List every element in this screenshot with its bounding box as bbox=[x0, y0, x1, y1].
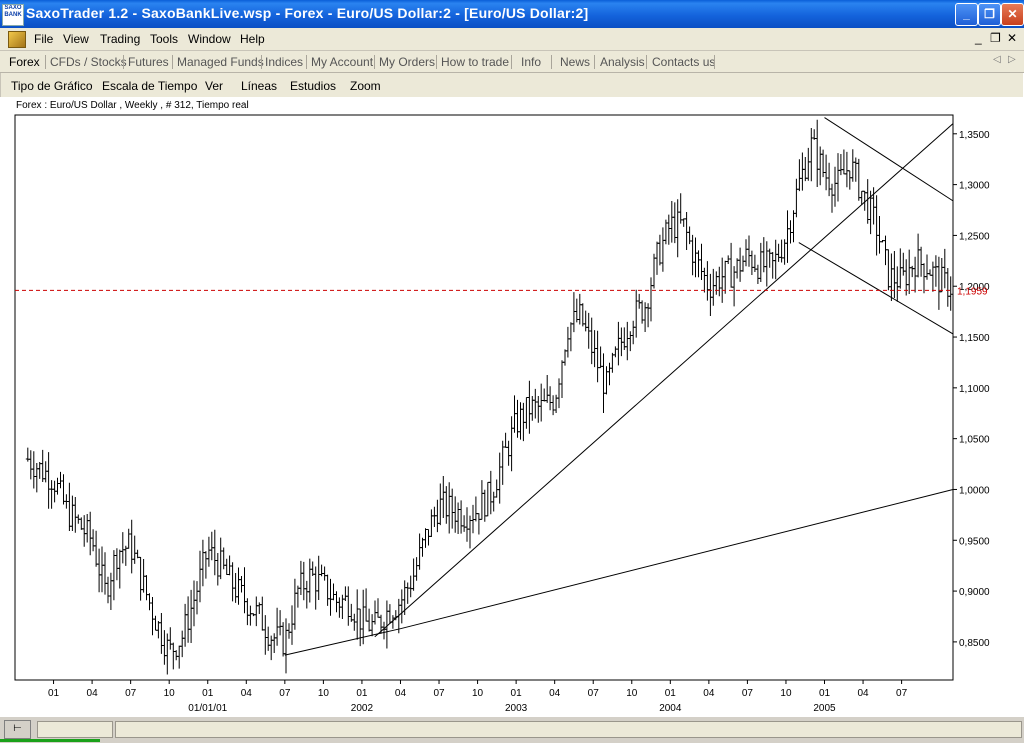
current-price-label: 1,1959 bbox=[957, 286, 988, 297]
nav-info[interactable]: Info bbox=[521, 55, 541, 69]
x-tick-label: 10 bbox=[318, 688, 330, 699]
x-tick-label: 10 bbox=[472, 688, 484, 699]
x-tick-label: 10 bbox=[626, 688, 638, 699]
nav-cfds-stocks[interactable]: CFDs / Stocks bbox=[50, 55, 127, 69]
x-period-label: 2005 bbox=[813, 703, 836, 714]
x-period-label: 2004 bbox=[659, 703, 682, 714]
y-tick-label: 1,1500 bbox=[959, 333, 990, 344]
nav-separator bbox=[511, 55, 512, 69]
nav-how-to-trade[interactable]: How to trade bbox=[441, 55, 509, 69]
mdi-restore-button[interactable]: ❐ bbox=[990, 31, 1001, 45]
product-navbar: Forex CFDs / Stocks Futures Managed Fund… bbox=[0, 51, 1024, 73]
y-tick-label: 0,8500 bbox=[959, 638, 990, 649]
nav-my-orders[interactable]: My Orders bbox=[379, 55, 435, 69]
x-period-label: 2002 bbox=[351, 703, 374, 714]
nav-separator bbox=[714, 55, 715, 69]
close-button[interactable]: ✕ bbox=[1001, 3, 1024, 26]
y-tick-label: 1,2500 bbox=[959, 231, 990, 242]
x-tick-label: 07 bbox=[433, 688, 445, 699]
x-tick-label: 04 bbox=[395, 688, 407, 699]
nav-separator bbox=[306, 55, 307, 69]
menu-trading[interactable]: Trading bbox=[100, 32, 140, 46]
x-tick-label: 01 bbox=[511, 688, 523, 699]
nav-separator bbox=[646, 55, 647, 69]
nav-futures[interactable]: Futures bbox=[128, 55, 169, 69]
menu-help[interactable]: Help bbox=[240, 32, 265, 46]
x-period-label: 01/01/01 bbox=[188, 703, 227, 714]
mdi-minimize-button[interactable]: _ bbox=[975, 31, 982, 45]
nav-indices[interactable]: Indices bbox=[265, 55, 303, 69]
status-scroll-field[interactable] bbox=[37, 721, 113, 738]
x-tick-label: 01 bbox=[356, 688, 368, 699]
menu-file[interactable]: File bbox=[34, 32, 53, 46]
statusbar: ⊢ bbox=[0, 716, 1024, 743]
minimize-button[interactable]: _ bbox=[955, 3, 978, 26]
window-titlebar: SAXO BANK SaxoTrader 1.2 - SaxoBankLive.… bbox=[0, 0, 1024, 28]
nav-forex[interactable]: Forex bbox=[9, 55, 40, 69]
plot-area bbox=[14, 114, 954, 681]
nav-scroll-left-icon[interactable]: ◁ bbox=[993, 54, 1001, 65]
x-tick-label: 10 bbox=[164, 688, 176, 699]
x-tick-label: 01 bbox=[48, 688, 60, 699]
menu-window[interactable]: Window bbox=[188, 32, 231, 46]
x-tick-label: 04 bbox=[549, 688, 561, 699]
y-tick-label: 1,0500 bbox=[959, 435, 990, 446]
y-tick-label: 1,3000 bbox=[959, 181, 990, 192]
nav-contacts-us[interactable]: Contacts us bbox=[652, 55, 715, 69]
price-chart[interactable]: 1,35001,30001,25001,20001,15001,10001,05… bbox=[0, 73, 1024, 716]
nav-separator bbox=[123, 55, 124, 69]
nav-managed-funds[interactable]: Managed Funds bbox=[177, 55, 264, 69]
x-tick-label: 04 bbox=[703, 688, 715, 699]
nav-separator bbox=[374, 55, 375, 69]
nav-separator bbox=[436, 55, 437, 69]
document-icon[interactable] bbox=[8, 31, 26, 48]
x-tick-label: 07 bbox=[896, 688, 908, 699]
chart-window: Tipo de Gráfico Escala de Tiempo Ver Lín… bbox=[0, 73, 1024, 716]
x-tick-label: 01 bbox=[819, 688, 831, 699]
x-tick-label: 07 bbox=[742, 688, 754, 699]
nav-separator bbox=[261, 55, 262, 69]
x-tick-label: 10 bbox=[780, 688, 792, 699]
x-period-label: 2003 bbox=[505, 703, 528, 714]
menu-view[interactable]: View bbox=[63, 32, 89, 46]
menubar: File View Trading Tools Window Help _ ❐ … bbox=[0, 28, 1024, 51]
x-tick-label: 07 bbox=[588, 688, 600, 699]
status-tab-icon[interactable]: ⊢ bbox=[4, 720, 31, 739]
restore-button[interactable]: ❐ bbox=[978, 3, 1001, 26]
window-title: SaxoTrader 1.2 - SaxoBankLive.wsp - Fore… bbox=[26, 5, 589, 21]
x-tick-label: 04 bbox=[857, 688, 869, 699]
x-tick-label: 01 bbox=[202, 688, 214, 699]
nav-analysis[interactable]: Analysis bbox=[600, 55, 645, 69]
nav-my-account[interactable]: My Account bbox=[311, 55, 373, 69]
nav-separator bbox=[172, 55, 173, 69]
x-tick-label: 01 bbox=[665, 688, 677, 699]
menu-tools[interactable]: Tools bbox=[150, 32, 178, 46]
y-tick-label: 0,9000 bbox=[959, 587, 990, 598]
y-tick-label: 0,9500 bbox=[959, 536, 990, 547]
nav-scroll-right-icon[interactable]: ▷ bbox=[1008, 54, 1016, 65]
x-tick-label: 04 bbox=[87, 688, 99, 699]
nav-news[interactable]: News bbox=[560, 55, 590, 69]
x-tick-label: 07 bbox=[125, 688, 137, 699]
x-tick-label: 07 bbox=[279, 688, 291, 699]
nav-separator bbox=[551, 55, 552, 69]
y-tick-label: 1,1000 bbox=[959, 384, 990, 395]
x-tick-label: 04 bbox=[241, 688, 253, 699]
y-tick-label: 1,3500 bbox=[959, 130, 990, 141]
y-tick-label: 1,0000 bbox=[959, 485, 990, 496]
saxo-app-icon[interactable]: SAXO BANK bbox=[2, 4, 24, 26]
nav-separator bbox=[45, 55, 46, 69]
status-field bbox=[115, 721, 1022, 738]
mdi-close-button[interactable]: ✕ bbox=[1007, 31, 1017, 45]
nav-separator bbox=[594, 55, 595, 69]
